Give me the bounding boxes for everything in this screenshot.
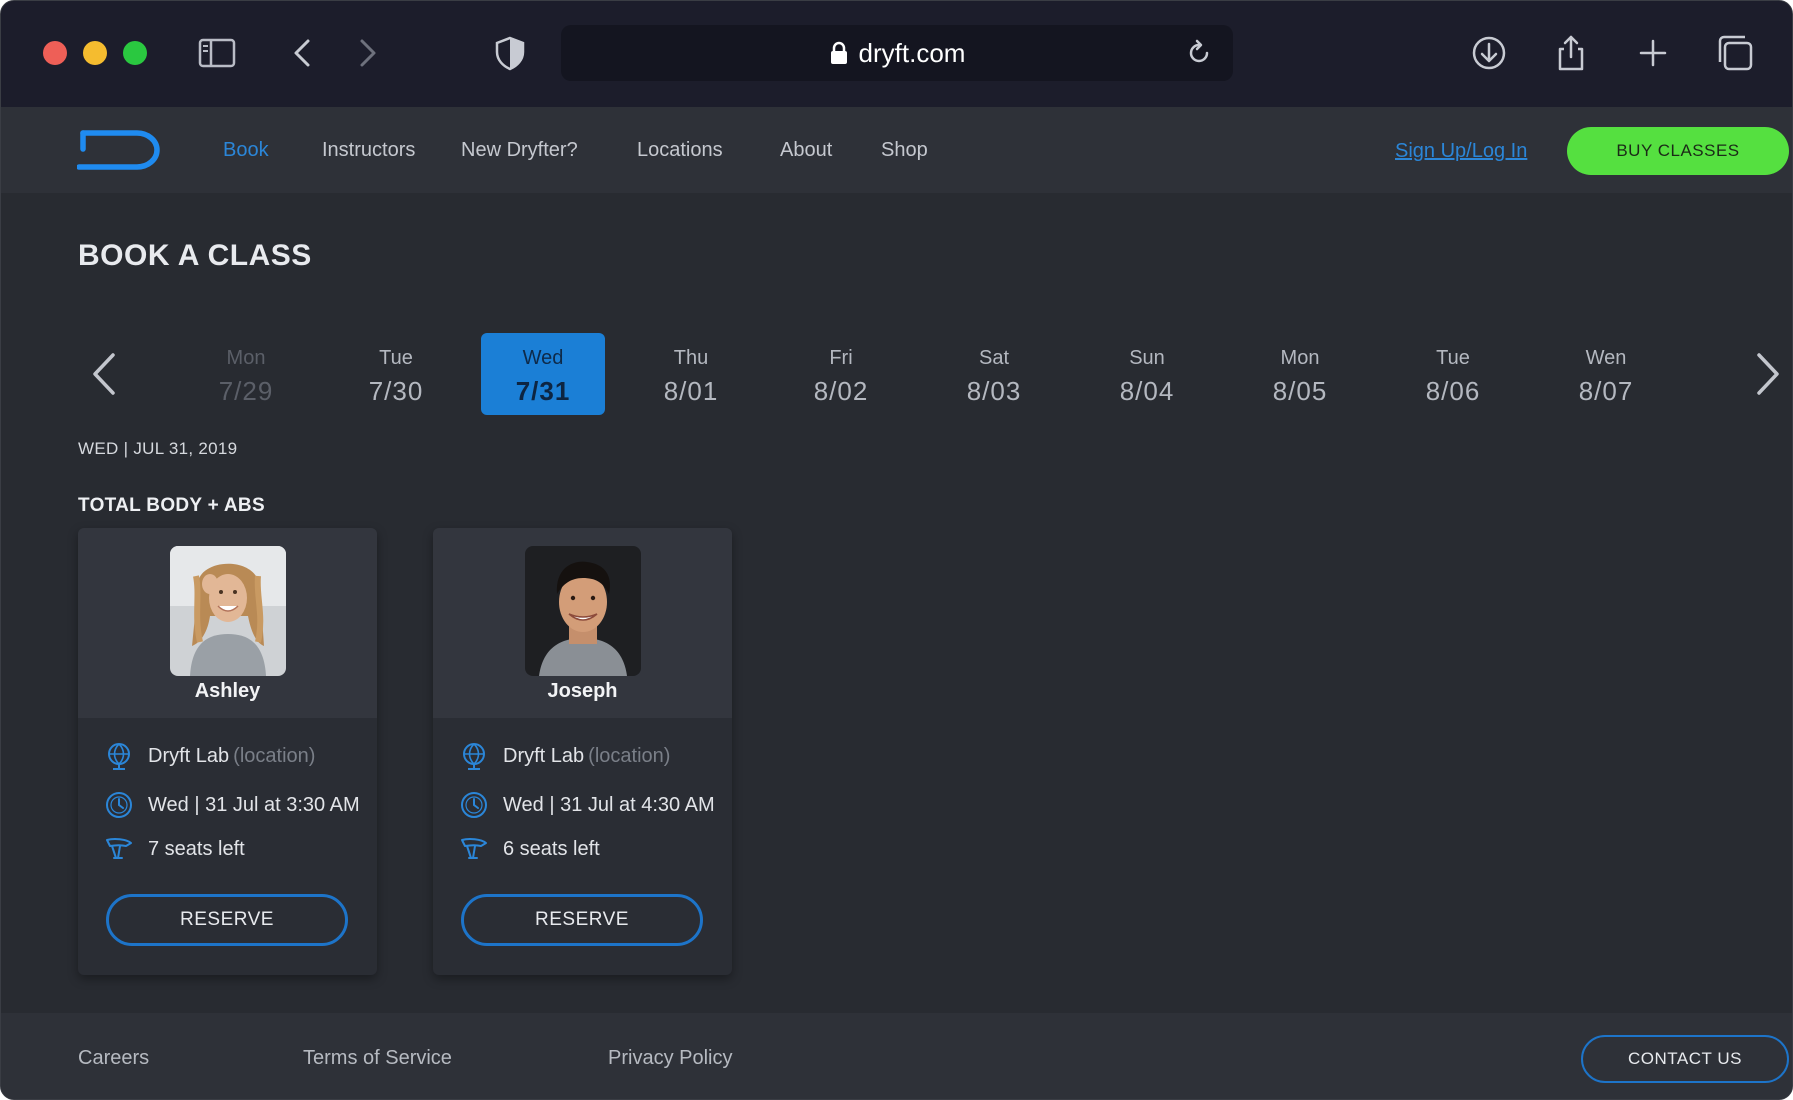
footer-terms-link[interactable]: Terms of Service [303, 1047, 452, 1070]
nav-new-dryfter[interactable]: New Dryfter? [461, 139, 578, 162]
lock-icon [830, 41, 847, 64]
chevron-left-icon [93, 353, 115, 395]
new-tab-icon[interactable] [1631, 31, 1675, 75]
seats-left: 6 seats left [503, 837, 600, 860]
zoom-window-button[interactable] [123, 41, 147, 65]
selected-date-label: WED | JUL 31, 2019 [78, 439, 238, 458]
instructor-avatar[interactable] [170, 546, 286, 676]
sign-up-login-link[interactable]: Sign Up/Log In [1395, 140, 1527, 163]
seat-icon [106, 838, 132, 859]
card-header: Joseph [433, 528, 732, 718]
day-tab-wen-8-07[interactable]: Wen 8/07 [1544, 333, 1668, 415]
footer-careers-link[interactable]: Careers [78, 1047, 149, 1070]
close-window-button[interactable] [43, 41, 67, 65]
prev-week-button[interactable] [85, 351, 125, 397]
class-type-title: TOTAL BODY + ABS [78, 495, 265, 516]
reserve-button[interactable]: RESERVE [106, 894, 348, 946]
time-row: Wed | 31 Jul at 3:30 AM [104, 790, 360, 820]
clock-icon [461, 792, 487, 818]
nav-locations[interactable]: Locations [637, 139, 723, 162]
back-icon[interactable] [281, 31, 325, 75]
card-header: Ashley [78, 528, 377, 718]
forward-icon[interactable] [345, 31, 389, 75]
footer-privacy-link[interactable]: Privacy Policy [608, 1047, 732, 1070]
browser-window: dryft.com Book Instructors New Dryfter? … [0, 0, 1793, 1100]
next-week-button[interactable] [1747, 351, 1787, 397]
seat-icon [461, 838, 487, 859]
day-tab-mon-7-29[interactable]: Mon 7/29 [184, 333, 308, 415]
instructor-name: Ashley [194, 680, 261, 702]
instructor-name: Joseph [547, 680, 618, 702]
location-name: Dryft Lab [148, 744, 230, 767]
class-time: Wed | 31 Jul at 3:30 AM [148, 793, 360, 816]
day-tab-tue-8-06[interactable]: Tue 8/06 [1391, 333, 1515, 415]
page-title: BOOK A CLASS [78, 239, 312, 272]
seats-left: 7 seats left [148, 837, 245, 860]
download-icon[interactable] [1467, 31, 1511, 75]
location-name: Dryft Lab [503, 744, 585, 767]
browser-toolbar: dryft.com [1, 1, 1792, 107]
sidebar-icon[interactable] [195, 31, 239, 75]
address-bar[interactable]: dryft.com [561, 25, 1233, 81]
instructor-avatar[interactable] [525, 546, 641, 676]
share-icon[interactable] [1549, 31, 1593, 75]
day-tab-thu-8-01[interactable]: Thu 8/01 [629, 333, 753, 415]
nav-about[interactable]: About [780, 139, 832, 162]
day-tab-tue-7-30[interactable]: Tue 7/30 [334, 333, 458, 415]
url-text: dryft.com [858, 37, 966, 68]
location-row: Dryft Lab (location) [459, 741, 670, 771]
seats-row: 6 seats left [459, 834, 600, 864]
globe-icon [463, 743, 485, 770]
minimize-window-button[interactable] [83, 41, 107, 65]
globe-icon [108, 743, 130, 770]
day-tab-sat-8-03[interactable]: Sat 8/03 [932, 333, 1056, 415]
location-row: Dryft Lab (location) [104, 741, 315, 771]
site-footer: Careers Terms of Service Privacy Policy … [1, 1013, 1792, 1099]
nav-shop[interactable]: Shop [881, 139, 928, 162]
nav-book[interactable]: Book [223, 139, 269, 162]
day-tab-fri-8-02[interactable]: Fri 8/02 [779, 333, 903, 415]
location-suffix: (location) [588, 744, 671, 767]
buy-classes-button[interactable]: BUY CLASSES [1567, 127, 1789, 175]
clock-icon [106, 792, 132, 818]
class-time: Wed | 31 Jul at 4:30 AM [503, 793, 715, 816]
contact-us-button[interactable]: CONTACT US [1581, 1035, 1789, 1083]
day-tab-sun-8-04[interactable]: Sun 8/04 [1085, 333, 1209, 415]
reserve-button[interactable]: RESERVE [461, 894, 703, 946]
day-tab-wed-7-31[interactable]: Wed 7/31 [481, 333, 605, 415]
dryft-logo-icon[interactable] [77, 127, 163, 173]
site-header: Book Instructors New Dryfter? Locations … [1, 107, 1792, 193]
class-card: Ashley Dryft Lab (location) Wed | 31 Jul… [78, 528, 377, 975]
shield-icon[interactable] [488, 31, 532, 75]
tabs-icon[interactable] [1713, 31, 1757, 75]
seats-row: 7 seats left [104, 834, 245, 864]
location-suffix: (location) [233, 744, 316, 767]
class-card: Joseph Dryft Lab (location) Wed | 31 Jul… [433, 528, 732, 975]
reload-icon[interactable] [1185, 39, 1213, 67]
day-tab-mon-8-05[interactable]: Mon 8/05 [1238, 333, 1362, 415]
time-row: Wed | 31 Jul at 4:30 AM [459, 790, 715, 820]
chevron-right-icon [1757, 353, 1779, 395]
nav-instructors[interactable]: Instructors [322, 139, 415, 162]
